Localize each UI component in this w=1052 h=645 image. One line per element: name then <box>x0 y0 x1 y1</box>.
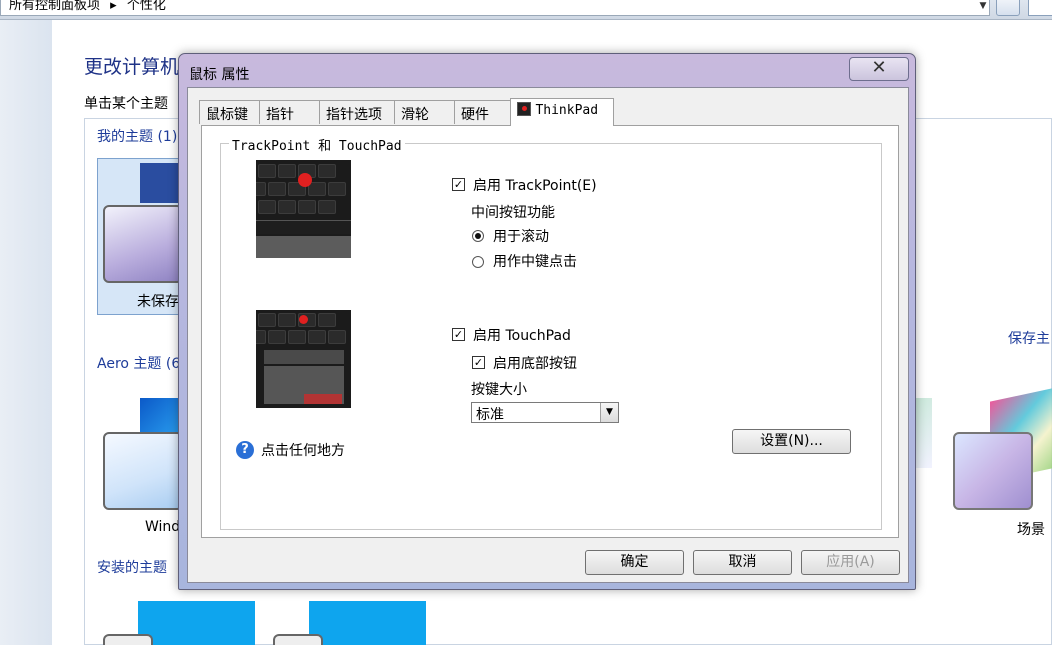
refresh-button[interactable] <box>996 0 1020 16</box>
tab-thinkpad[interactable]: ThinkPad <box>510 98 614 126</box>
theme-thumbnail-scene[interactable] <box>953 432 1033 510</box>
tab-label: 指针 <box>266 107 294 123</box>
apply-button[interactable]: 应用(A) <box>801 550 900 575</box>
dialog-body: 鼠标键 指针 指针选项 滑轮 硬件 ThinkPad TrackPoint 和 … <box>187 87 909 583</box>
close-icon: ✕ <box>871 57 887 78</box>
tab-hardware[interactable]: 硬件 <box>454 100 515 124</box>
help-text: 点击任何地方 <box>261 443 345 459</box>
installed-theme-thumbnail[interactable] <box>138 601 255 645</box>
theme-background-image <box>914 398 932 468</box>
page-title: 更改计算机 <box>84 56 180 78</box>
tab-pointers[interactable]: 指针 <box>259 100 320 124</box>
installed-theme-thumbnail[interactable] <box>309 601 426 645</box>
radio-scroll-label: 用于滚动 <box>493 229 549 245</box>
enable-bottom-buttons-label: 启用底部按钮 <box>493 356 577 372</box>
enable-trackpoint-checkbox[interactable]: ✓ <box>452 178 465 191</box>
breadcrumb[interactable]: 所有控制面板项 ▸ 个性化 <box>0 0 990 16</box>
left-pane <box>0 20 52 645</box>
trackpoint-dot <box>298 173 312 187</box>
dialog-title: 鼠标 属性 <box>189 67 250 83</box>
save-theme-link[interactable]: 保存主 <box>1008 328 1050 348</box>
group-title: TrackPoint 和 TouchPad <box>229 135 405 154</box>
breadcrumb-separator: ▸ <box>110 0 117 13</box>
chevron-down-icon[interactable]: ▼ <box>600 403 618 422</box>
enable-trackpoint-label: 启用 TrackPoint(E) <box>473 178 597 194</box>
search-input[interactable] <box>1028 0 1052 16</box>
touchpad-image <box>256 310 351 408</box>
theme-thumbnail-windows[interactable] <box>103 432 183 510</box>
thinkpad-icon <box>517 102 531 116</box>
chevron-down-icon[interactable]: ▼ <box>974 0 992 16</box>
breadcrumb-item[interactable]: 个性化 <box>127 0 166 13</box>
tab-label: 鼠标键 <box>206 107 248 123</box>
enable-touchpad-label: 启用 TouchPad <box>473 328 571 344</box>
settings-button[interactable]: 设置(N)... <box>732 429 851 454</box>
page-subtitle: 单击某个主题 <box>84 96 168 112</box>
thinkpad-tab-page: TrackPoint 和 TouchPad ✓ 启用 TrackPoint(E)… <box>201 125 899 538</box>
cancel-button[interactable]: 取消 <box>693 550 792 575</box>
ok-button[interactable]: 确定 <box>585 550 684 575</box>
tab-label: 硬件 <box>461 107 489 123</box>
trackpoint-image <box>256 160 351 258</box>
cancel-button-label: 取消 <box>728 554 757 570</box>
theme-thumbnail[interactable] <box>103 205 183 283</box>
mouse-properties-dialog: 鼠标 属性 ✕ 鼠标键 指针 指针选项 滑轮 硬件 ThinkPad Track… <box>178 53 916 590</box>
radio-middle-click[interactable] <box>472 256 484 268</box>
settings-button-label: 设置(N)... <box>760 433 823 449</box>
tab-pointer-options[interactable]: 指针选项 <box>319 100 395 124</box>
trackpoint-dot <box>299 315 308 324</box>
apply-button-label: 应用(A) <box>826 554 875 570</box>
section-aero-themes: Aero 主题 (6 <box>97 356 181 372</box>
key-size-select[interactable]: 标准 ▼ <box>471 402 619 423</box>
middle-button-title: 中间按钮功能 <box>471 205 555 221</box>
installed-theme-frame <box>273 634 323 645</box>
section-my-themes: 我的主题 (1) <box>97 129 178 145</box>
installed-theme-frame <box>103 634 153 645</box>
key-size-value: 标准 <box>476 407 504 423</box>
tab-buttons[interactable]: 鼠标键 <box>199 100 260 124</box>
theme-name-scene: 场景 <box>1017 522 1045 538</box>
tab-label: 指针选项 <box>326 107 382 123</box>
key-size-title: 按键大小 <box>471 382 527 398</box>
address-bar: 所有控制面板项 ▸ 个性化 ▼ <box>0 0 1052 20</box>
radio-middle-click-label: 用作中键点击 <box>493 254 577 270</box>
tab-wheel[interactable]: 滑轮 <box>394 100 455 124</box>
enable-bottom-buttons-checkbox[interactable]: ✓ <box>472 356 485 369</box>
theme-name-windows: Wind <box>145 519 181 535</box>
theme-name: 未保存 <box>137 294 179 310</box>
help-icon[interactable]: ? <box>236 441 254 459</box>
radio-scroll[interactable] <box>472 230 484 242</box>
tab-label: 滑轮 <box>401 107 429 123</box>
tab-label: ThinkPad <box>535 103 599 118</box>
enable-touchpad-checkbox[interactable]: ✓ <box>452 328 465 341</box>
breadcrumb-item[interactable]: 所有控制面板项 <box>9 0 100 13</box>
section-installed-themes: 安装的主题 <box>97 560 167 576</box>
close-button[interactable]: ✕ <box>849 57 909 81</box>
ok-button-label: 确定 <box>620 554 649 570</box>
trackpoint-touchpad-group: TrackPoint 和 TouchPad ✓ 启用 TrackPoint(E)… <box>220 135 882 530</box>
